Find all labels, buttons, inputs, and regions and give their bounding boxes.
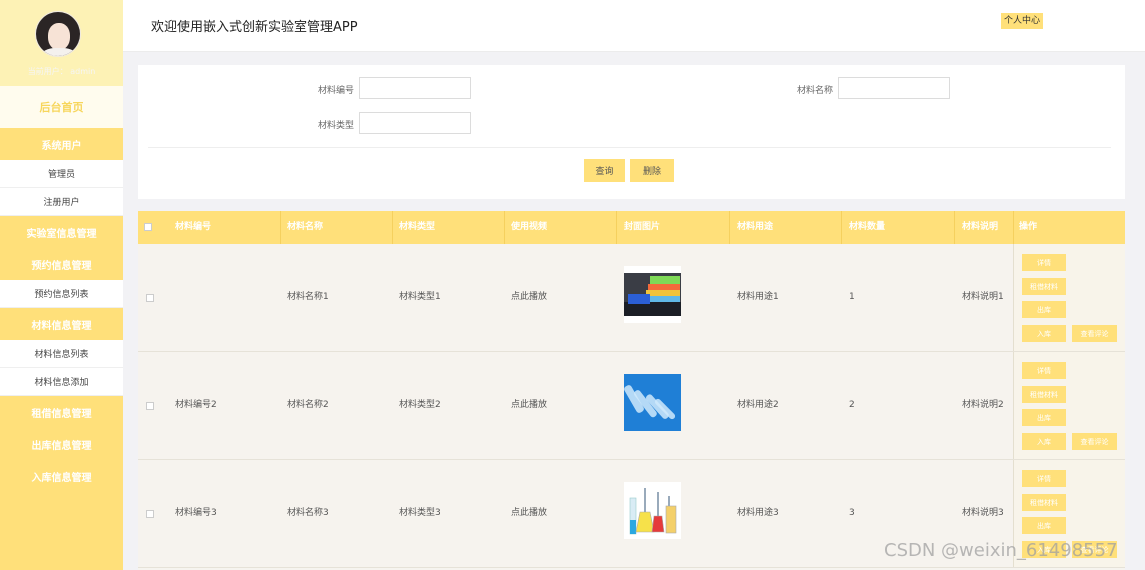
- table-row: 材料编号2 材料名称2 材料类型2 点此播放 材料用途2 2 材料说明2 详情 …: [138, 352, 1125, 460]
- material-type-input[interactable]: [359, 112, 471, 134]
- cell-desc: 材料说明2: [962, 400, 1004, 410]
- sidebar-group-inbound[interactable]: 入库信息管理: [0, 460, 123, 492]
- cell-type: 材料类型1: [399, 292, 441, 302]
- sidebar-item-booking-list[interactable]: 预约信息列表: [0, 280, 123, 308]
- material-name-label: 材料名称: [797, 86, 834, 96]
- cell-qty: 1: [849, 292, 855, 302]
- cell-name: 材料名称1: [287, 292, 329, 302]
- col-header-desc: 材料说明: [962, 222, 999, 232]
- rent-button[interactable]: 租借材料: [1022, 386, 1066, 403]
- sidebar-item-material-list[interactable]: 材料信息列表: [0, 340, 123, 368]
- sidebar-item-home[interactable]: 后台首页: [0, 86, 123, 128]
- rent-button[interactable]: 租借材料: [1022, 494, 1066, 511]
- material-table: 材料编号 材料名称 材料类型 使用视频 封面图片 材料用途 材料数量 材料说明 …: [138, 211, 1125, 570]
- col-header-usage: 材料用途: [737, 222, 774, 232]
- row-checkbox[interactable]: [146, 510, 154, 518]
- view-comments-button[interactable]: 查看评论: [1072, 433, 1117, 450]
- col-header-code: 材料编号: [175, 222, 212, 232]
- inbound-button[interactable]: 入库: [1022, 325, 1066, 342]
- top-header: 欢迎使用嵌入式创新实验室管理APP 个人中心: [123, 0, 1145, 52]
- col-header-image: 封面图片: [624, 222, 661, 232]
- material-code-label: 材料编号: [318, 86, 355, 96]
- cell-qty: 3: [849, 508, 855, 518]
- view-comments-button[interactable]: 查看评论: [1072, 325, 1117, 342]
- outbound-button[interactable]: 出库: [1022, 517, 1066, 534]
- detail-button[interactable]: 详情: [1022, 362, 1066, 379]
- sidebar-item-admins[interactable]: 管理员: [0, 160, 123, 188]
- cover-image: [624, 266, 681, 323]
- play-video-link[interactable]: 点此播放: [511, 244, 547, 351]
- material-code-input[interactable]: [359, 77, 471, 99]
- cell-desc: 材料说明1: [962, 292, 1004, 302]
- user-panel: 当前用户： admin: [0, 0, 123, 86]
- row-checkbox[interactable]: [146, 402, 154, 410]
- col-header-type: 材料类型: [399, 222, 436, 232]
- sidebar: 当前用户： admin 后台首页 系统用户 管理员 注册用户 实验室信息管理 预…: [0, 0, 123, 570]
- cell-type: 材料类型3: [399, 508, 441, 518]
- cell-name: 材料名称2: [287, 400, 329, 410]
- cell-type: 材料类型2: [399, 400, 441, 410]
- outbound-button[interactable]: 出库: [1022, 301, 1066, 318]
- sidebar-group-outbound[interactable]: 出库信息管理: [0, 428, 123, 460]
- col-header-name: 材料名称: [287, 222, 324, 232]
- table-row: 材料名称1 材料类型1 点此播放 材料用途1 1 材料说明1 详情 租借材料 出…: [138, 244, 1125, 352]
- cover-image: [624, 482, 681, 539]
- sidebar-group-material[interactable]: 材料信息管理: [0, 308, 123, 340]
- material-type-label: 材料类型: [318, 121, 355, 131]
- col-header-actions: 操作: [1019, 222, 1038, 232]
- avatar: [35, 11, 81, 57]
- sidebar-item-registered-users[interactable]: 注册用户: [0, 188, 123, 216]
- cell-code: 材料编号2: [175, 400, 217, 410]
- current-user-label: 当前用户： admin: [27, 67, 96, 76]
- select-all-checkbox[interactable]: [144, 223, 152, 231]
- query-button[interactable]: 查询: [584, 159, 625, 182]
- actions-cell: 详情 租借材料 出库 入库 查看评论: [1013, 352, 1125, 459]
- sidebar-item-material-add[interactable]: 材料信息添加: [0, 368, 123, 396]
- sidebar-group-rental[interactable]: 租借信息管理: [0, 396, 123, 428]
- cell-usage: 材料用途3: [737, 508, 779, 518]
- col-header-qty: 材料数量: [849, 222, 886, 232]
- sidebar-group-lab-info[interactable]: 实验室信息管理: [0, 216, 123, 248]
- cell-usage: 材料用途2: [737, 400, 779, 410]
- cell-qty: 2: [849, 400, 855, 410]
- cell-code: 材料编号3: [175, 508, 217, 518]
- watermark: CSDN @weixin_61498557: [884, 540, 1118, 561]
- col-header-video: 使用视频: [511, 222, 548, 232]
- cell-name: 材料名称3: [287, 508, 329, 518]
- table-header: 材料编号 材料名称 材料类型 使用视频 封面图片 材料用途 材料数量 材料说明 …: [138, 211, 1125, 244]
- play-video-link[interactable]: 点此播放: [511, 460, 547, 567]
- play-video-link[interactable]: 点此播放: [511, 352, 547, 459]
- profile-button[interactable]: 个人中心: [1001, 13, 1044, 29]
- outbound-button[interactable]: 出库: [1022, 409, 1066, 426]
- inbound-button[interactable]: 入库: [1022, 433, 1066, 450]
- sidebar-group-booking[interactable]: 预约信息管理: [0, 248, 123, 280]
- material-name-input[interactable]: [838, 77, 950, 99]
- actions-cell: 详情 租借材料 出库 入库 查看评论: [1013, 244, 1125, 351]
- delete-button[interactable]: 删除: [630, 159, 674, 182]
- detail-button[interactable]: 详情: [1022, 470, 1066, 487]
- detail-button[interactable]: 详情: [1022, 254, 1066, 271]
- search-panel: 材料编号 材料名称 材料类型 查询 删除: [138, 65, 1125, 199]
- sidebar-group-system-users[interactable]: 系统用户: [0, 128, 123, 160]
- row-checkbox[interactable]: [146, 294, 154, 302]
- page-title: 欢迎使用嵌入式创新实验室管理APP: [151, 20, 358, 35]
- cell-usage: 材料用途1: [737, 292, 779, 302]
- cover-image: [624, 374, 681, 431]
- divider: [148, 147, 1111, 148]
- rent-button[interactable]: 租借材料: [1022, 278, 1066, 295]
